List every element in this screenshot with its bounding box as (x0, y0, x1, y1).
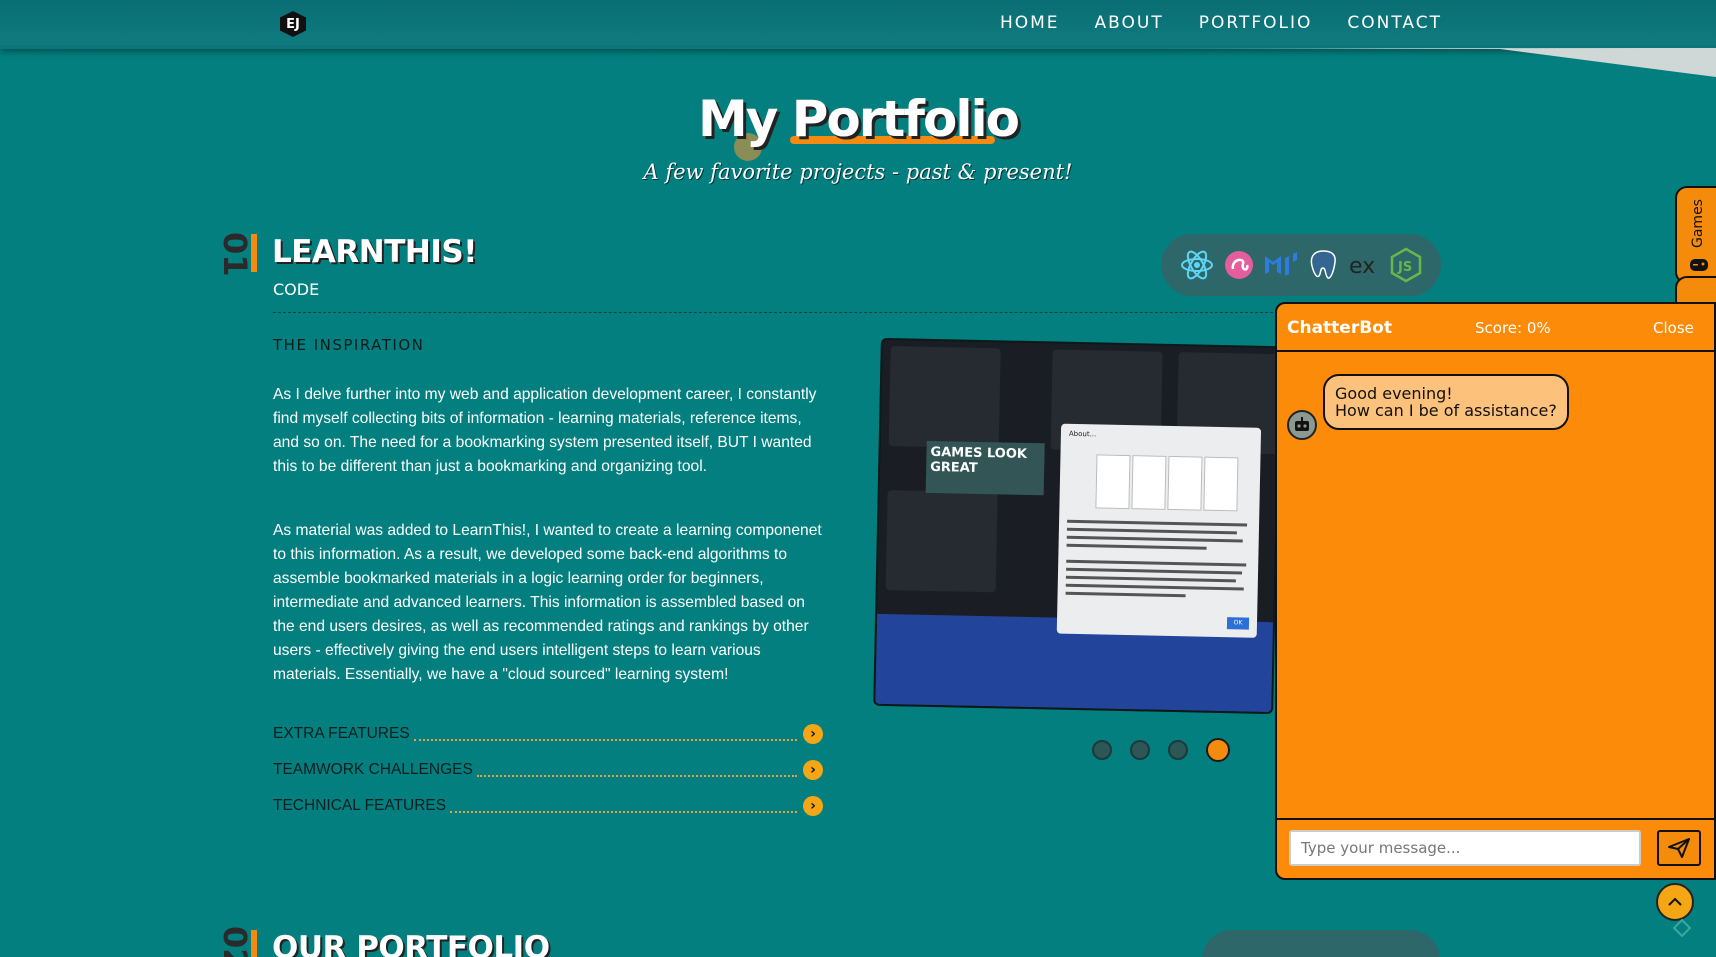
chatbot-close-button[interactable]: Close (1653, 319, 1694, 337)
carousel-dot[interactable] (1130, 740, 1150, 760)
modal-tile-node (1203, 456, 1239, 512)
bot-message-line: Good evening! (1335, 384, 1453, 403)
modal-text-line (1065, 583, 1244, 591)
logo[interactable]: EJ (280, 11, 306, 37)
send-icon (1668, 838, 1690, 858)
dotted-leader (413, 727, 797, 741)
feature-label: TECHNICAL FEATURES (273, 797, 447, 814)
main-nav: HOME ABOUT PORTFOLIO CONTACT (1000, 13, 1442, 33)
project-title: OUR PORTFOLIO (272, 930, 550, 957)
react-icon (1181, 250, 1213, 280)
modal-text-line (1066, 567, 1243, 575)
feature-label: EXTRA FEATURES (273, 725, 410, 742)
page-subtitle: A few favorite projects - past & present… (643, 160, 1073, 184)
chevron-right-icon[interactable]: › (803, 724, 823, 744)
bot-message-bubble: Good evening! How can I be of assistance… (1323, 374, 1569, 430)
games-tab[interactable]: Games (1675, 186, 1716, 284)
screenshot-games-thumbnail: GAMES LOOK GREAT (925, 440, 1045, 496)
feature-item-technical[interactable]: TECHNICAL FEATURES › (273, 795, 823, 817)
top-navbar: EJ HOME ABOUT PORTFOLIO CONTACT (0, 0, 1716, 49)
chevron-right-icon[interactable]: › (803, 760, 823, 780)
modal-tile-express (1131, 455, 1167, 510)
chat-message-input[interactable] (1289, 830, 1641, 866)
svg-text:ex: ex (1349, 254, 1375, 279)
modal-text-line (1065, 591, 1186, 598)
screenshot-card (885, 490, 998, 593)
header-wedge (0, 45, 1716, 77)
postgresql-icon (1310, 250, 1336, 279)
feature-label: TEAMWORK CHALLENGES (273, 761, 473, 778)
nav-about-link[interactable]: ABOUT (1095, 13, 1164, 33)
description-paragraph-1: As I delve further into my web and appli… (273, 386, 817, 475)
project-category: CODE (273, 280, 320, 299)
modal-text-line (1066, 559, 1247, 567)
modal-ok-button: OK (1226, 617, 1250, 630)
send-button[interactable] (1657, 830, 1701, 866)
carousel-dot[interactable] (1168, 740, 1188, 760)
redux-saga-icon (1225, 251, 1253, 279)
project-screenshot[interactable]: GAMES LOOK GREAT About... OK (873, 337, 1281, 715)
scroll-to-top-button[interactable] (1656, 883, 1694, 921)
dotted-leader (450, 799, 797, 813)
project-number-bar (251, 234, 257, 272)
express-icon: ex (1349, 254, 1375, 279)
nav-portfolio-link[interactable]: PORTFOLIO (1199, 13, 1313, 33)
nodejs-icon: JS (1390, 247, 1422, 283)
modal-text-line (1066, 543, 1207, 550)
project-title: LEARNTHIS! (272, 234, 477, 270)
modal-title: About... (1068, 429, 1097, 439)
modal-tile-postgresql (1095, 454, 1131, 510)
games-tab-label: Games (1690, 199, 1706, 248)
chatbot-panel: ChatterBot Score: 0% Close Good evening!… (1275, 302, 1716, 880)
material-ui-icon (1265, 252, 1297, 276)
robot-icon (1287, 410, 1317, 440)
tech-stack-pill (1202, 930, 1440, 957)
section-heading: THE INSPIRATION (273, 336, 425, 354)
tech-stack-pill: ex JS (1161, 234, 1441, 296)
nav-contact-link[interactable]: CONTACT (1347, 13, 1442, 33)
feature-item-extra[interactable]: EXTRA FEATURES › (273, 723, 823, 745)
gamepad-icon (1690, 259, 1708, 271)
page-title: My Portfolio (697, 90, 1020, 148)
modal-text-line (1066, 527, 1237, 535)
project-number: 02 (216, 926, 254, 957)
modal-text-line (1066, 535, 1243, 543)
screenshot-card (888, 346, 1001, 449)
chatbot-header: ChatterBot Score: 0% Close (1277, 304, 1714, 352)
carousel-dot-active[interactable] (1206, 738, 1230, 762)
chevron-up-icon (1668, 897, 1682, 906)
carousel-indicators (1092, 738, 1230, 762)
chatbot-score: Score: 0% (1475, 319, 1551, 337)
nav-home-link[interactable]: HOME (1000, 13, 1060, 33)
section-divider (273, 312, 1273, 313)
screenshot-about-modal: About... OK (1056, 423, 1262, 638)
description-paragraph-2: As material was added to LearnThis!, I w… (273, 522, 822, 683)
project-number: 01 (216, 232, 254, 277)
modal-tile-react (1167, 455, 1203, 511)
bot-message-line: How can I be of assistance? (1335, 401, 1557, 420)
corner-logo-icon (1672, 918, 1692, 938)
chevron-right-icon[interactable]: › (803, 796, 823, 816)
feature-item-teamwork[interactable]: TEAMWORK CHALLENGES › (273, 759, 823, 781)
modal-text-line (1067, 519, 1248, 527)
carousel-dot[interactable] (1092, 740, 1112, 760)
chatbot-title: ChatterBot (1287, 318, 1392, 338)
chatbot-footer (1277, 818, 1714, 878)
project-number-bar (251, 930, 257, 957)
svg-text:JS: JS (1397, 260, 1412, 275)
dotted-leader (476, 763, 797, 777)
modal-text-line (1065, 575, 1236, 583)
